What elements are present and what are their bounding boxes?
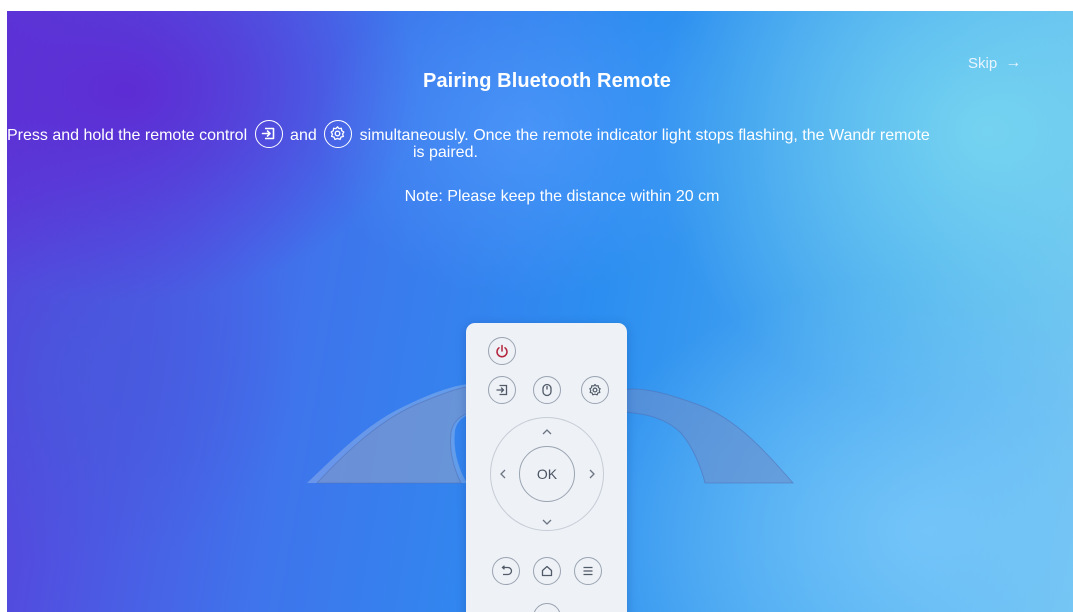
right-hand-illustration bbox=[613, 388, 795, 484]
skip-button[interactable]: Skip → bbox=[968, 54, 1021, 72]
input-source-icon bbox=[488, 376, 516, 404]
pairing-screen: Pairing Bluetooth Remote Skip → Press an… bbox=[7, 11, 1073, 612]
chevron-down-icon bbox=[541, 514, 553, 529]
distance-note: Note: Please keep the distance within 20… bbox=[404, 188, 720, 205]
home-icon bbox=[533, 557, 561, 585]
instruction-text-1: Press and hold the remote control bbox=[7, 127, 248, 145]
chevron-left-icon bbox=[499, 468, 507, 483]
settings-gear-icon bbox=[324, 120, 353, 148]
back-icon bbox=[492, 557, 520, 585]
page-title: Pairing Bluetooth Remote bbox=[423, 70, 671, 92]
instruction-text-4: is paired. bbox=[413, 144, 478, 161]
chevron-up-icon bbox=[541, 424, 553, 439]
chevron-right-icon bbox=[588, 468, 596, 483]
instruction-text-2: and bbox=[290, 127, 317, 145]
ok-button: OK bbox=[519, 446, 575, 502]
plus-icon bbox=[533, 603, 561, 612]
power-icon bbox=[488, 337, 516, 365]
settings-gear-icon bbox=[581, 376, 609, 404]
input-source-icon bbox=[254, 120, 283, 148]
dpad: OK bbox=[490, 417, 604, 531]
remote-illustration: OK bbox=[466, 323, 627, 612]
mouse-icon bbox=[533, 376, 561, 404]
skip-label: Skip bbox=[968, 54, 998, 72]
arrow-right-icon: → bbox=[1005, 54, 1022, 71]
pairing-instructions: Press and hold the remote control and si… bbox=[7, 120, 930, 161]
instruction-text-3: simultaneously. Once the remote indicato… bbox=[359, 127, 930, 145]
menu-icon bbox=[574, 557, 602, 585]
